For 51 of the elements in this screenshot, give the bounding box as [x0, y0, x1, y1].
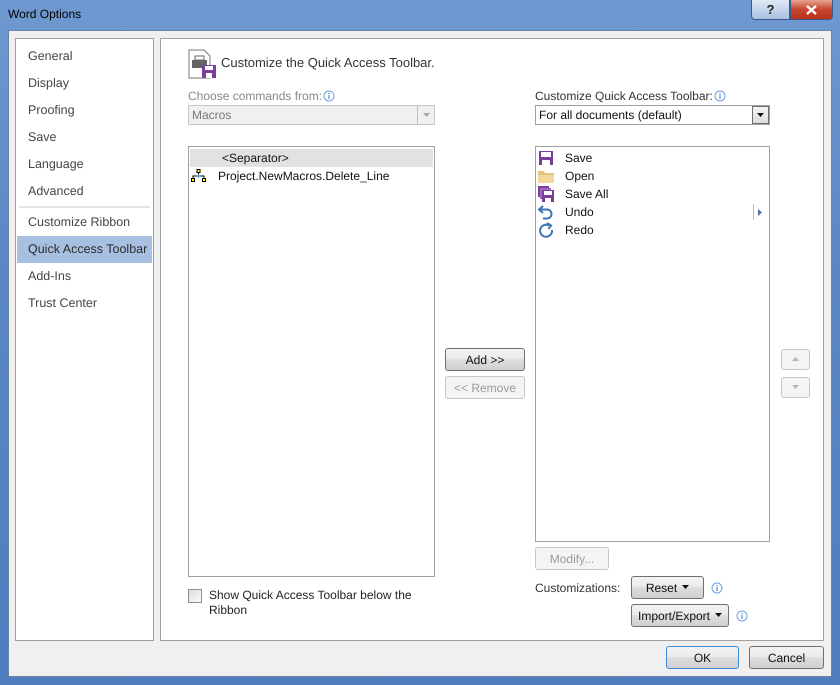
window-title: Word Options [8, 7, 82, 21]
dropdown-arrow-icon [757, 112, 764, 118]
folder-icon [538, 169, 554, 183]
caret-icon [715, 612, 722, 619]
macro-icon [191, 169, 207, 183]
cancel-button[interactable]: Cancel [749, 646, 824, 669]
printer-document-icon [188, 49, 217, 79]
sidebar-item[interactable]: Advanced [17, 178, 152, 205]
section-title: Customize the Quick Access Toolbar. [221, 55, 435, 70]
sidebar-item[interactable]: Trust Center [17, 290, 152, 317]
dropdown-arrow-icon [422, 112, 430, 118]
add-button[interactable]: Add >> [445, 348, 525, 371]
info-icon [714, 90, 726, 102]
down-arrow-icon [792, 384, 799, 391]
checkbox[interactable] [188, 589, 202, 603]
list-item[interactable]: Undo [537, 203, 768, 221]
import-export-button[interactable]: Import/Export [631, 604, 729, 627]
checkbox-label: Show Quick Access Toolbar below the Ribbon [209, 588, 413, 618]
sidebar-item[interactable]: Add-Ins [17, 263, 152, 290]
ok-button[interactable]: OK [666, 646, 739, 669]
sidebar-item[interactable]: Language [17, 151, 152, 178]
stacked-floppy-disks-icon [538, 186, 554, 202]
list-item[interactable]: Project.NewMacros.Delete_Line [190, 167, 433, 185]
info-icon [736, 610, 748, 622]
close-icon [806, 4, 817, 14]
toolbar-dropdown[interactable]: For all documents (default) [535, 105, 770, 125]
info-icon [323, 90, 336, 102]
sidebar-item[interactable]: Quick Access Toolbar [17, 236, 152, 263]
list-item[interactable]: Redo [537, 221, 768, 239]
reset-button[interactable]: Reset [631, 576, 704, 599]
list-item[interactable]: Open [537, 167, 768, 185]
up-arrow-icon [792, 356, 799, 363]
info-icon [711, 582, 723, 594]
sidebar-item[interactable]: Proofing [17, 97, 152, 124]
field-label: Choose commands from: [188, 89, 322, 103]
redo-icon [538, 222, 554, 238]
undo-icon [538, 204, 554, 220]
sidebar-item[interactable]: Customize Ribbon [17, 209, 152, 236]
list-item[interactable]: <Separator> [190, 149, 433, 167]
field-label: Customizations: [535, 580, 620, 594]
caret-icon [682, 584, 690, 591]
list-item[interactable]: Save [537, 149, 768, 167]
expand-arrow-icon[interactable] [753, 204, 764, 220]
list-item[interactable]: Save All [537, 185, 768, 203]
sidebar-item[interactable]: Save [17, 124, 152, 151]
sidebar-item[interactable]: Display [17, 70, 152, 97]
field-label: Customize Quick Access Toolbar: [535, 89, 713, 103]
sidebar-item[interactable]: General [17, 43, 152, 70]
help-button[interactable]: ? [751, 0, 790, 20]
arrow-icon [757, 208, 764, 216]
close-button[interactable] [790, 0, 833, 20]
